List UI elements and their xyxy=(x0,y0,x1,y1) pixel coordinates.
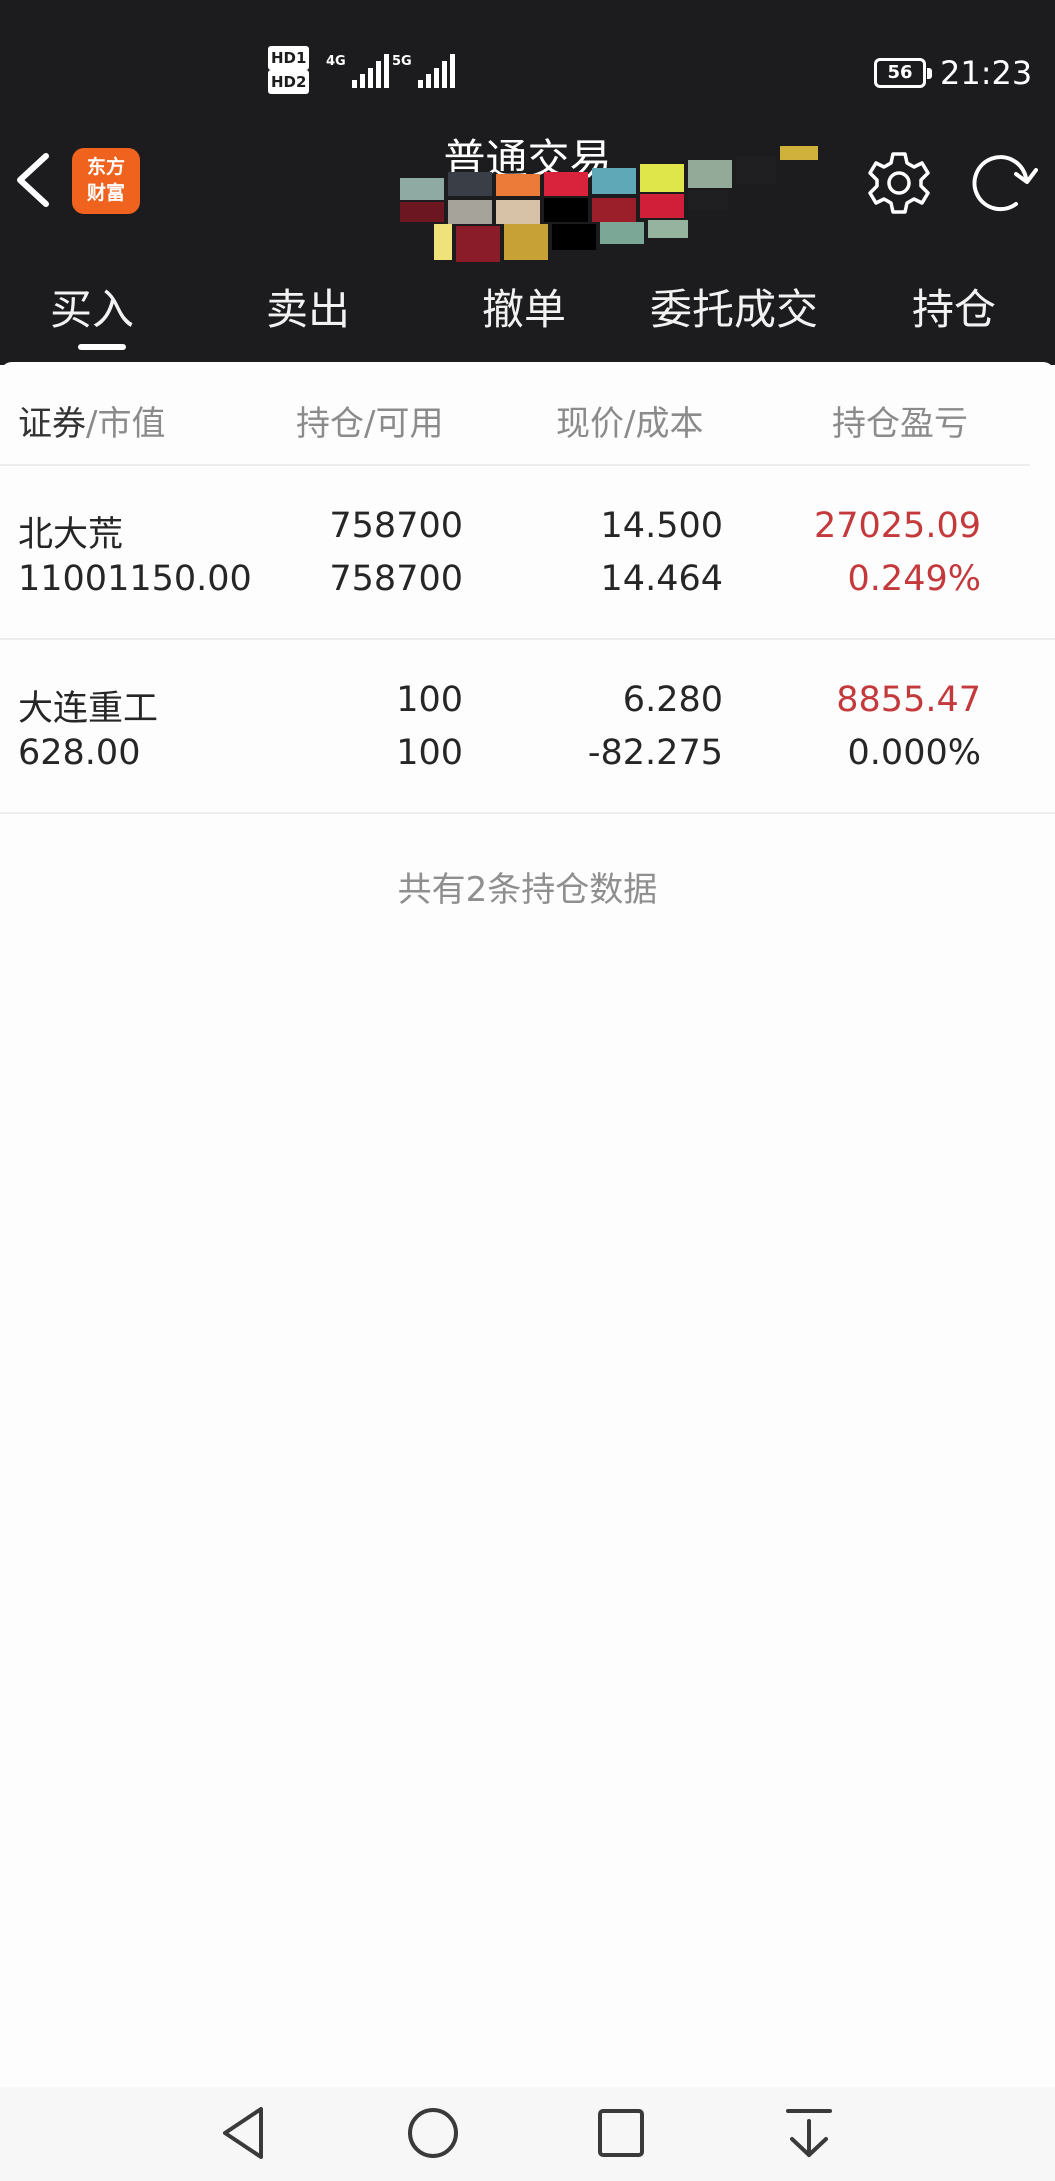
positions-panel: 证券/市值 持仓/可用 现价/成本 持仓盈亏 北大荒 11001150.00 7… xyxy=(0,362,1055,2087)
refresh-icon xyxy=(972,155,1038,212)
signal-strength-icon: 4G xyxy=(326,54,389,88)
cost-price: 14.464 xyxy=(600,559,723,599)
top-bar: HD1 HD2 4G 5G 56 21:23 东方 财富 普通交易 买入 卖出 … xyxy=(0,0,1055,365)
current-price: 6.280 xyxy=(622,680,723,720)
available-qty: 758700 xyxy=(329,559,463,599)
security-name: 大连重工 xyxy=(18,689,159,729)
market-value: 11001150.00 xyxy=(18,559,252,599)
network-type-1: 4G xyxy=(326,54,346,69)
square-recents-icon xyxy=(598,2109,644,2157)
available-qty: 100 xyxy=(396,733,463,773)
refresh-button[interactable] xyxy=(966,148,1038,218)
sim2-label: HD2 xyxy=(268,70,310,94)
triangle-back-icon xyxy=(223,2107,263,2159)
battery-icon: 56 xyxy=(874,58,932,88)
nav-home-button[interactable] xyxy=(400,2103,466,2163)
position-pnl: 8855.47 xyxy=(836,680,981,720)
settings-button[interactable] xyxy=(864,148,934,218)
position-qty: 100 xyxy=(396,680,463,720)
column-header-position: 持仓/可用 xyxy=(296,404,444,444)
current-price: 14.500 xyxy=(600,506,723,546)
status-bar: HD1 HD2 4G 5G 56 21:23 xyxy=(0,0,1055,140)
active-tab-indicator xyxy=(78,344,126,350)
divider xyxy=(0,812,1055,814)
position-qty: 758700 xyxy=(329,506,463,546)
gear-icon xyxy=(868,152,930,214)
signal-strength-icon-2: 5G xyxy=(392,54,455,88)
cost-price: -82.275 xyxy=(587,733,723,773)
pull-down-icon xyxy=(786,2109,832,2157)
tab-buy[interactable]: 买入 xyxy=(50,276,134,337)
column-header-security-primary: 证券 xyxy=(18,404,86,444)
circle-home-icon xyxy=(408,2108,458,2158)
clock: 21:23 xyxy=(940,54,1033,92)
position-pnl-pct: 0.000% xyxy=(847,733,981,773)
tab-positions[interactable]: 持仓 xyxy=(912,276,996,337)
column-header-pnl: 持仓盈亏 xyxy=(832,404,968,444)
column-header-price: 现价/成本 xyxy=(556,404,704,444)
network-type-2: 5G xyxy=(392,54,412,69)
tab-sell[interactable]: 卖出 xyxy=(266,276,350,337)
position-pnl-pct: 0.249% xyxy=(847,559,981,599)
table-header: 证券/市值 持仓/可用 现价/成本 持仓盈亏 xyxy=(0,362,1055,464)
nav-recents-button[interactable] xyxy=(588,2103,654,2163)
table-row[interactable]: 大连重工 628.00 100 100 6.280 -82.275 8855.4… xyxy=(0,640,1055,815)
market-value: 628.00 xyxy=(18,733,141,773)
sim-indicators: HD1 HD2 xyxy=(268,46,310,94)
sim1-label: HD1 xyxy=(268,46,310,70)
security-name: 北大荒 xyxy=(18,515,124,555)
column-header-security-secondary: /市值 xyxy=(86,404,166,444)
table-row[interactable]: 北大荒 11001150.00 758700 758700 14.500 14.… xyxy=(0,466,1055,641)
system-nav-bar xyxy=(0,2087,1055,2181)
column-header-security: 证券/市值 xyxy=(18,396,165,445)
position-pnl: 27025.09 xyxy=(813,506,981,546)
redaction-mosaic xyxy=(400,146,818,262)
tab-bar: 买入 卖出 撤单 委托成交 持仓 xyxy=(0,276,1055,356)
tab-cancel[interactable]: 撤单 xyxy=(482,276,566,337)
positions-count-summary: 共有2条持仓数据 xyxy=(397,870,658,910)
nav-notification-button[interactable] xyxy=(776,2103,842,2163)
tab-orders[interactable]: 委托成交 xyxy=(650,276,818,337)
nav-back-button[interactable] xyxy=(213,2103,279,2163)
